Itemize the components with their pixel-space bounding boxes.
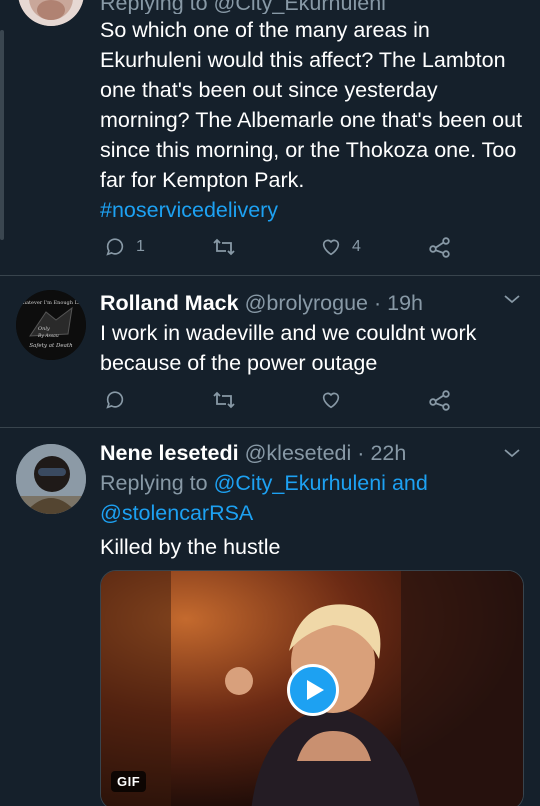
reply-icon: [104, 389, 126, 411]
chevron-down-icon[interactable]: [502, 446, 522, 465]
mention-link[interactable]: @City_Ekurhuleni: [214, 471, 386, 495]
hashtag-link[interactable]: #noservicedelivery: [100, 195, 526, 225]
like-button[interactable]: 4: [320, 236, 361, 258]
share-button[interactable]: [428, 389, 452, 411]
reply-button[interactable]: 1: [104, 236, 145, 258]
tweet-header: Rolland Mack @brolyrogue · 19h: [100, 288, 526, 318]
retweet-icon: [212, 389, 236, 411]
reply-button[interactable]: [104, 389, 126, 411]
display-name[interactable]: Rolland Mack: [100, 291, 239, 315]
mention-link[interactable]: @stolencarRSA: [100, 501, 253, 525]
handle[interactable]: @brolyrogue: [245, 291, 368, 315]
replying-to[interactable]: Replying to @City_Ekurhuleni: [100, 0, 526, 14]
retweet-button[interactable]: [212, 236, 236, 258]
avatar[interactable]: [16, 444, 86, 514]
reply-icon: [104, 236, 126, 258]
like-button[interactable]: [320, 389, 342, 411]
gif-media[interactable]: GIF: [100, 570, 524, 806]
play-icon: [307, 680, 324, 700]
share-icon: [428, 236, 452, 258]
handle[interactable]: @klesetedi: [245, 441, 352, 465]
tweet-header: Nene lesetedi @klesetedi · 22h: [100, 438, 526, 468]
like-icon: [320, 389, 342, 411]
reply-count: 1: [136, 238, 145, 255]
display-name[interactable]: Nene lesetedi: [100, 441, 239, 465]
avatar-text-mid2: By Assau: [37, 333, 59, 339]
timestamp[interactable]: 22h: [370, 441, 406, 465]
share-button[interactable]: [428, 236, 452, 258]
avatar-text-top: Whatever I'm Enough Life: [18, 300, 85, 306]
replying-label: Replying to: [100, 471, 208, 495]
separator: ·: [373, 291, 382, 315]
replying-to: Replying to @City_Ekurhuleni and @stolen…: [100, 468, 526, 528]
tweet-actions: 1 4: [100, 236, 460, 266]
tweet-text: So which one of the many areas in Ekurhu…: [100, 18, 523, 192]
like-count: 4: [352, 238, 361, 255]
like-icon: [320, 236, 342, 258]
chevron-down-icon[interactable]: [502, 292, 522, 311]
gif-badge: GIF: [111, 771, 147, 792]
timestamp[interactable]: 19h: [387, 291, 423, 315]
avatar[interactable]: [18, 0, 84, 26]
retweet-button[interactable]: [212, 389, 236, 411]
avatar[interactable]: Whatever I'm Enough Life Only By Assau S…: [16, 290, 86, 360]
avatar-text-mid1: Only: [38, 326, 50, 332]
play-button[interactable]: [287, 664, 339, 716]
avatar-text-bottom: Safety at Death: [29, 343, 73, 349]
tweet-actions: [100, 389, 460, 419]
tweet-text: I work in wadeville and we couldnt work …: [100, 321, 477, 375]
and-label: and: [391, 471, 428, 495]
tweet-2[interactable]: Whatever I'm Enough Life Only By Assau S…: [0, 276, 540, 426]
tweet-text: Killed by the hustle: [100, 535, 281, 559]
tweet-1[interactable]: Replying to @City_Ekurhuleni So which on…: [0, 0, 540, 280]
retweet-icon: [212, 236, 236, 258]
share-icon: [428, 389, 452, 411]
separator: ·: [357, 441, 365, 465]
